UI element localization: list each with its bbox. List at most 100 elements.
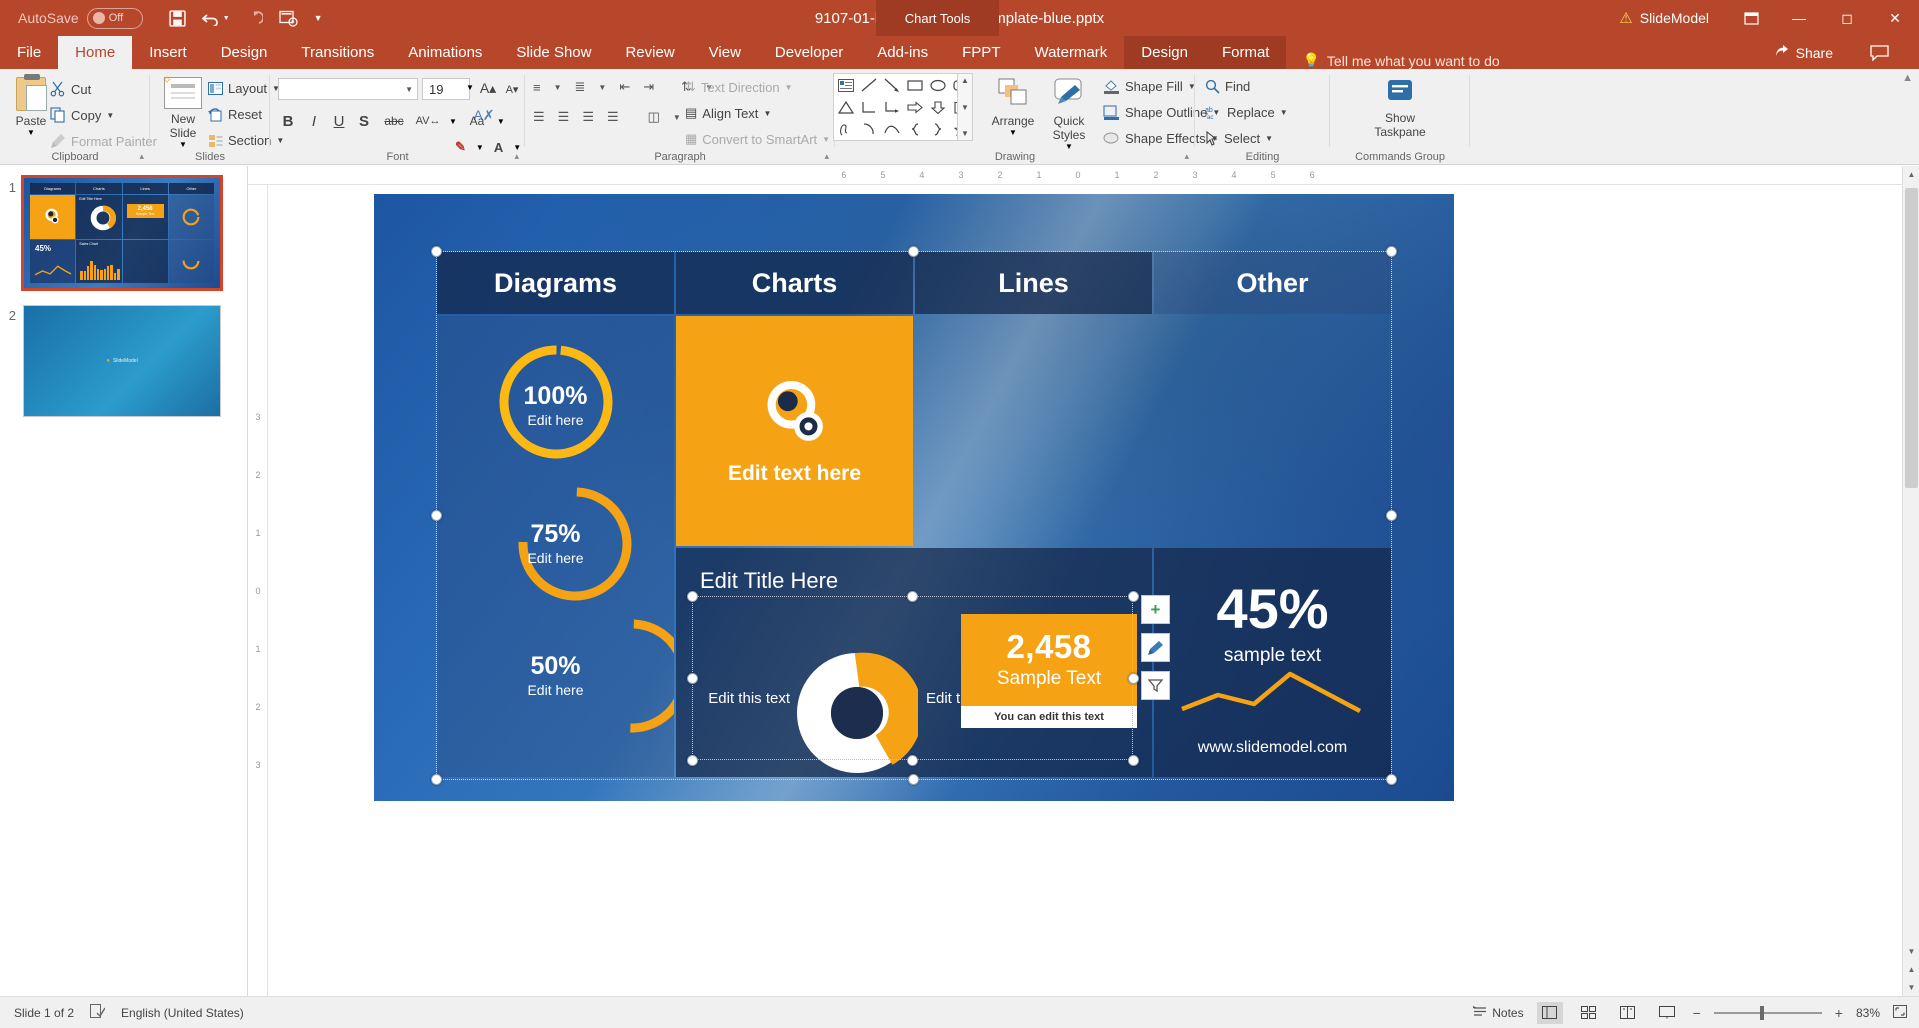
columns-icon[interactable]: ◫ (648, 109, 660, 125)
slide-thumbnail-1[interactable]: Diagrams Charts Lines Other Edit Title H… (21, 175, 223, 291)
thumbnail-row-2[interactable]: 2 ● SlideModel (0, 305, 221, 417)
tab-animations[interactable]: Animations (391, 36, 499, 69)
rings-cell[interactable]: 100% Edit here 75% Edit here 50% Edit he… (437, 316, 674, 777)
italic-button[interactable]: I (306, 111, 322, 131)
shape-down-arrow-icon[interactable] (926, 96, 949, 118)
autosave-control[interactable]: AutoSave Off (18, 7, 143, 29)
selection-handle-br[interactable] (1386, 774, 1397, 785)
selection-handle-tc[interactable] (908, 246, 919, 257)
smartart-caret-icon[interactable]: ▼ (822, 135, 830, 144)
tab-add-ins[interactable]: Add-ins (860, 36, 945, 69)
shape-curve-icon[interactable] (880, 118, 903, 140)
stat-card[interactable]: 2,458 Sample Text You can edit this text (961, 613, 1137, 728)
shapes-scroll-down-icon[interactable]: ▼ (961, 103, 969, 112)
font-name-caret-icon[interactable]: ▼ (405, 85, 413, 94)
tab-view[interactable]: View (692, 36, 758, 69)
save-icon[interactable] (169, 9, 186, 27)
align-right-icon[interactable]: ☰ (582, 109, 594, 125)
chart-handle-br[interactable] (1128, 755, 1139, 766)
comments-icon[interactable] (1870, 36, 1889, 69)
zoom-out-button[interactable]: − (1693, 1005, 1701, 1021)
copy-caret-icon[interactable]: ▼ (106, 111, 114, 120)
change-case-button[interactable]: Aa (466, 111, 488, 131)
chart-quick-buttons[interactable]: + (1141, 595, 1170, 700)
chart-handle-tc[interactable] (907, 591, 918, 602)
font-size-caret-icon[interactable]: ▼ (466, 83, 474, 92)
redo-icon[interactable] (246, 10, 263, 26)
scroll-down-icon[interactable]: ▼ (1903, 943, 1919, 960)
tab-home[interactable]: Home (58, 36, 133, 69)
justify-icon[interactable]: ☰ (607, 109, 619, 125)
zoom-slider[interactable] (1713, 1005, 1822, 1021)
scroll-up-icon[interactable]: ▲ (1903, 166, 1919, 183)
shape-line-icon[interactable] (857, 74, 880, 96)
shape-fill-button[interactable]: Shape Fill ▼ (1103, 79, 1196, 94)
bullets-icon[interactable]: ≡ (533, 80, 541, 95)
tab-watermark[interactable]: Watermark (1017, 36, 1124, 69)
slide-canvas[interactable]: Diagrams Charts Lines Other Edit text he… (268, 185, 1897, 996)
paragraph-dialog-launcher[interactable]: ▴ (824, 151, 829, 162)
arrange-caret-icon[interactable]: ▼ (985, 128, 1041, 137)
shape-elbow-connector-icon[interactable] (857, 96, 880, 118)
tab-transitions[interactable]: Transitions (284, 36, 391, 69)
selection-handle-mr[interactable] (1386, 510, 1397, 521)
slide-sorter-view-button[interactable] (1576, 1002, 1602, 1024)
character-spacing-button[interactable]: AV ↔ (416, 111, 441, 131)
decrease-indent-icon[interactable]: ⇤ (619, 79, 630, 95)
cut-button[interactable]: Cut (50, 81, 91, 97)
chart-filters-icon[interactable] (1141, 671, 1170, 700)
drawing-dialog-launcher[interactable]: ▴ (1184, 151, 1189, 162)
convert-smartart-button[interactable]: ▦ Convert to SmartArt ▼ (685, 131, 830, 147)
select-caret-icon[interactable]: ▼ (1265, 134, 1273, 143)
tab-insert[interactable]: Insert (132, 36, 204, 69)
columns-caret-icon[interactable]: ▼ (673, 113, 681, 122)
font-name-combo[interactable]: ▼ (278, 78, 418, 100)
undo-icon[interactable]: ▼ (201, 11, 230, 26)
character-spacing-caret-icon[interactable]: ▼ (449, 117, 457, 126)
chart-elements-icon[interactable]: + (1141, 595, 1170, 624)
shapes-gallery-scrollbar[interactable]: ▲ ▼ ▼ (957, 73, 973, 141)
minimize-icon[interactable]: — (1775, 0, 1823, 36)
chart-handle-bc[interactable] (907, 755, 918, 766)
normal-view-button[interactable] (1536, 1001, 1563, 1024)
decrease-font-size-icon[interactable]: A▾ (502, 79, 522, 99)
quick-styles-button[interactable]: Quick Styles ▼ (1041, 77, 1097, 151)
slide-surface[interactable]: Diagrams Charts Lines Other Edit text he… (374, 194, 1454, 801)
selection-handle-tr[interactable] (1386, 246, 1397, 257)
chart-handle-bl[interactable] (687, 755, 698, 766)
chart-handle-ml[interactable] (687, 673, 698, 684)
slide-show-view-button[interactable] (1654, 1002, 1680, 1024)
new-slide-button[interactable]: ✧ New Slide ▼ (160, 73, 206, 149)
copy-button[interactable]: Copy ▼ (50, 107, 114, 123)
chart-handle-mr[interactable] (1128, 673, 1139, 684)
zoom-knob[interactable] (1759, 1005, 1764, 1020)
chart-styles-icon[interactable] (1141, 633, 1170, 662)
align-center-icon[interactable]: ☰ (558, 109, 570, 125)
chart-handle-tr[interactable] (1128, 591, 1139, 602)
shape-textbox-icon[interactable] (834, 74, 857, 96)
selection-handle-ml[interactable] (431, 510, 442, 521)
tab-developer[interactable]: Developer (758, 36, 860, 69)
bullets-caret-icon[interactable]: ▼ (554, 83, 562, 92)
shape-right-brace-icon[interactable] (926, 118, 949, 140)
reset-button[interactable]: Reset (208, 107, 262, 122)
slide-thumbnail-2[interactable]: ● SlideModel (23, 305, 221, 417)
shapes-more-icon[interactable]: ▼ (961, 129, 969, 138)
charts-cell[interactable]: Edit Title Here Edit this text Edit this… (676, 547, 1152, 777)
paste-button[interactable]: Paste ▼ (8, 74, 54, 137)
start-slideshow-icon[interactable] (279, 10, 298, 27)
shape-oval-icon[interactable] (926, 74, 949, 96)
tab-design[interactable]: Design (204, 36, 285, 69)
dashboard-header-lines[interactable]: Lines (915, 252, 1152, 314)
quick-styles-caret-icon[interactable]: ▼ (1041, 142, 1097, 151)
spell-check-icon[interactable] (90, 1004, 106, 1021)
selection-handle-bc[interactable] (908, 774, 919, 785)
text-direction-button[interactable]: ⇅ Text Direction ▼ (685, 79, 793, 95)
increase-indent-icon[interactable]: ⇥ (643, 79, 654, 95)
zoom-in-button[interactable]: + (1835, 1005, 1843, 1021)
reading-view-button[interactable] (1615, 1002, 1641, 1024)
vertical-scrollbar[interactable]: ▲ ▼ ▲ ▼ (1902, 166, 1919, 996)
font-size-combo[interactable]: 19 (422, 78, 470, 100)
dashboard-header-other[interactable]: Other (1154, 252, 1391, 314)
language-indicator[interactable]: English (United States) (121, 1006, 244, 1020)
